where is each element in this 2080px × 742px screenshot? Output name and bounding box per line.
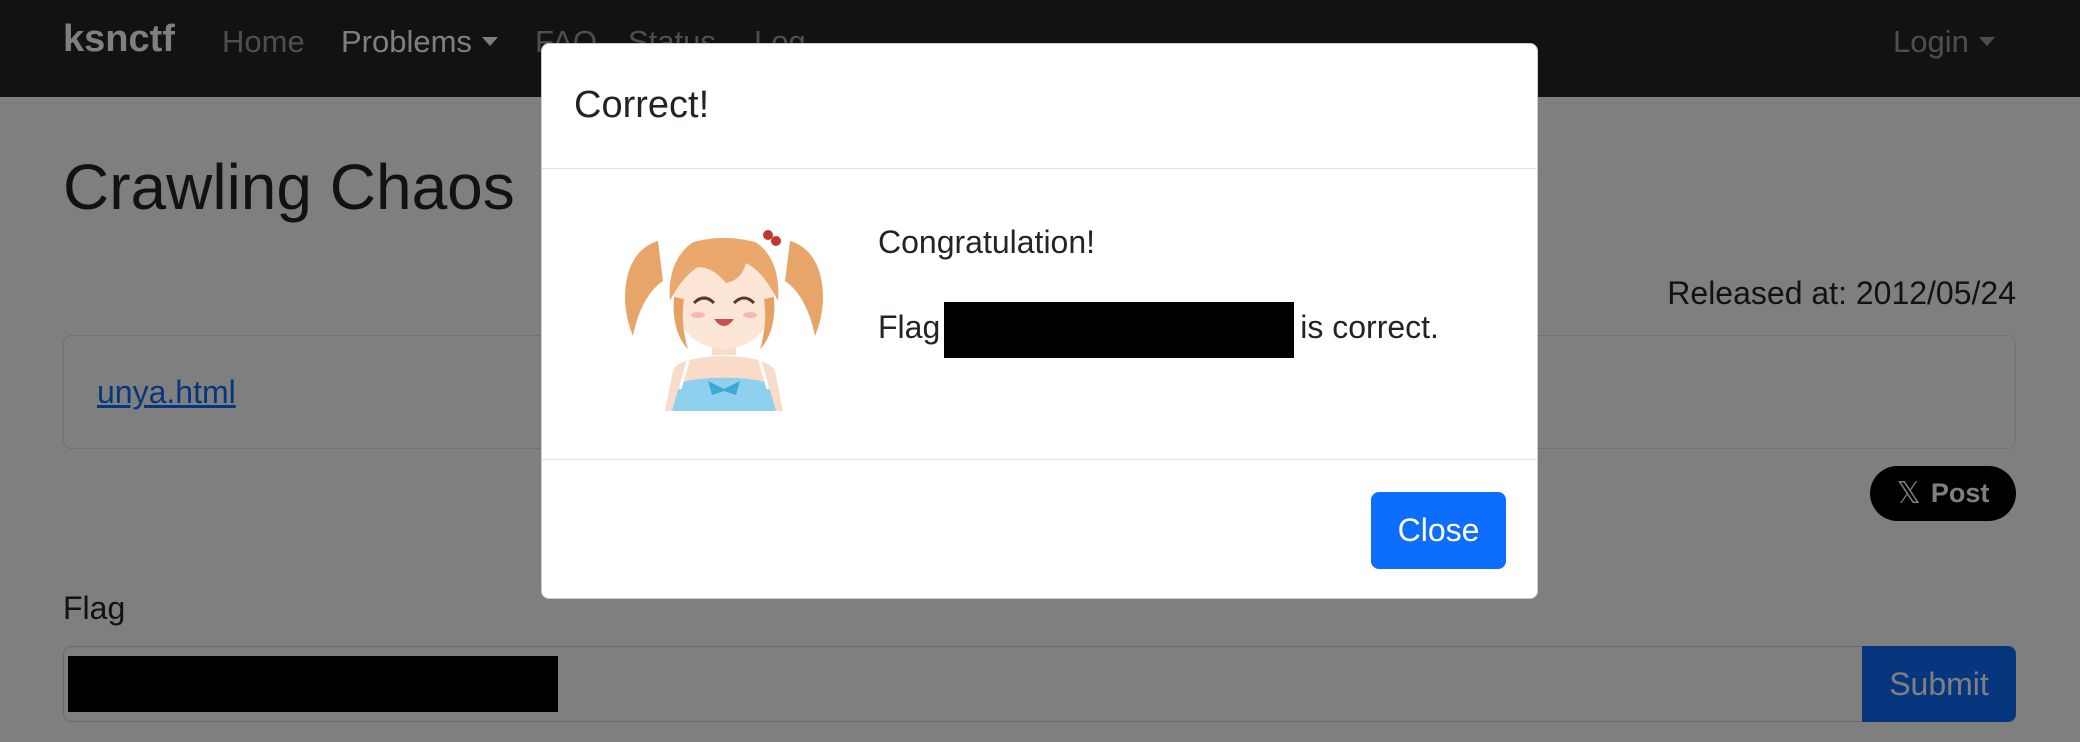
redaction-block [944,302,1295,358]
anime-girl-image [625,230,823,411]
modal-header: Correct! [542,44,1537,169]
flag-suffix: is correct. [1300,309,1439,345]
correct-modal: Correct! Congratulation! Flag is correct… [541,43,1538,599]
flag-result-text: Flag is correct. [878,302,1439,358]
close-button[interactable]: Close [1371,492,1506,569]
modal-footer: Close [542,459,1537,600]
modal-title: Correct! [574,84,710,126]
congrats-text: Congratulation! [878,224,1096,260]
modal-body: Congratulation! Flag is correct. [542,169,1537,459]
flag-prefix: Flag [878,309,941,345]
